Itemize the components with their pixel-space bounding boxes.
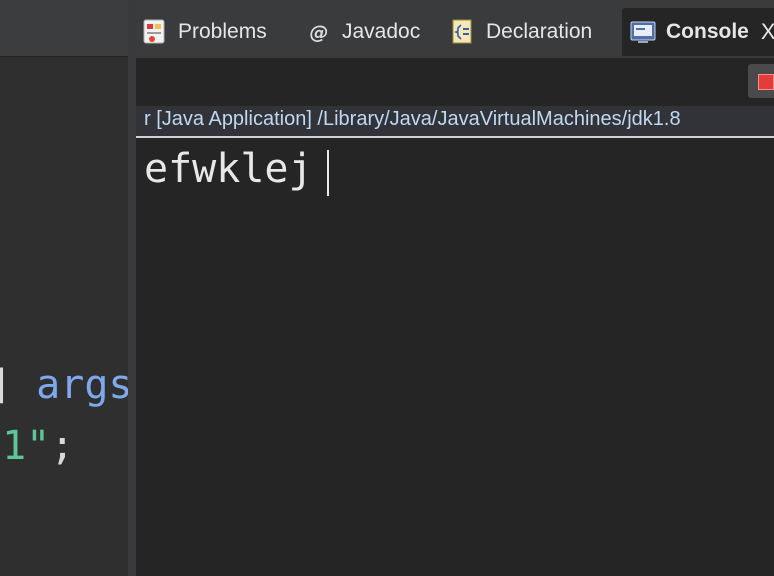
tab-label: Problems [178, 20, 267, 43]
code-token: ; [50, 423, 75, 469]
code-editor[interactable]: ] args 31"; [0, 0, 128, 576]
tab-console[interactable]: Console X [622, 8, 774, 56]
terminate-button[interactable] [748, 64, 774, 98]
declaration-icon [450, 19, 476, 45]
code-line[interactable]: ] args [0, 361, 128, 409]
console-output-area[interactable]: efwklej [136, 138, 774, 576]
text-caret [327, 150, 329, 196]
code-token: args [36, 362, 128, 408]
console-toolbar [136, 58, 774, 106]
svg-text:@: @ [310, 22, 329, 44]
tab-javadoc[interactable]: @ Javadoc [306, 8, 421, 56]
launch-description: r [Java Application] /Library/Java/JavaV… [144, 108, 681, 130]
console-output-text: efwklej [144, 146, 313, 192]
close-icon[interactable]: X [761, 19, 774, 45]
editor-tab-strip [0, 0, 128, 57]
tab-label: Console [666, 20, 749, 43]
view-tab-bar: Problems @ Javadoc Declaration Console X [136, 0, 774, 58]
tab-problems[interactable]: Problems [142, 8, 267, 56]
code-line[interactable]: 31"; [0, 422, 74, 470]
javadoc-icon: @ [306, 19, 332, 45]
pane-splitter[interactable] [128, 0, 136, 576]
problems-icon [142, 19, 168, 45]
console-view: Problems @ Javadoc Declaration Console X… [136, 0, 774, 576]
code-token: ] [0, 362, 36, 408]
console-icon [630, 19, 656, 45]
tab-declaration[interactable]: Declaration [450, 8, 592, 56]
console-launch-bar: r [Java Application] /Library/Java/JavaV… [136, 106, 774, 138]
code-token: 31" [0, 423, 51, 469]
tab-label: Declaration [486, 20, 593, 43]
tab-label: Javadoc [342, 20, 421, 43]
terminate-icon [758, 74, 774, 90]
